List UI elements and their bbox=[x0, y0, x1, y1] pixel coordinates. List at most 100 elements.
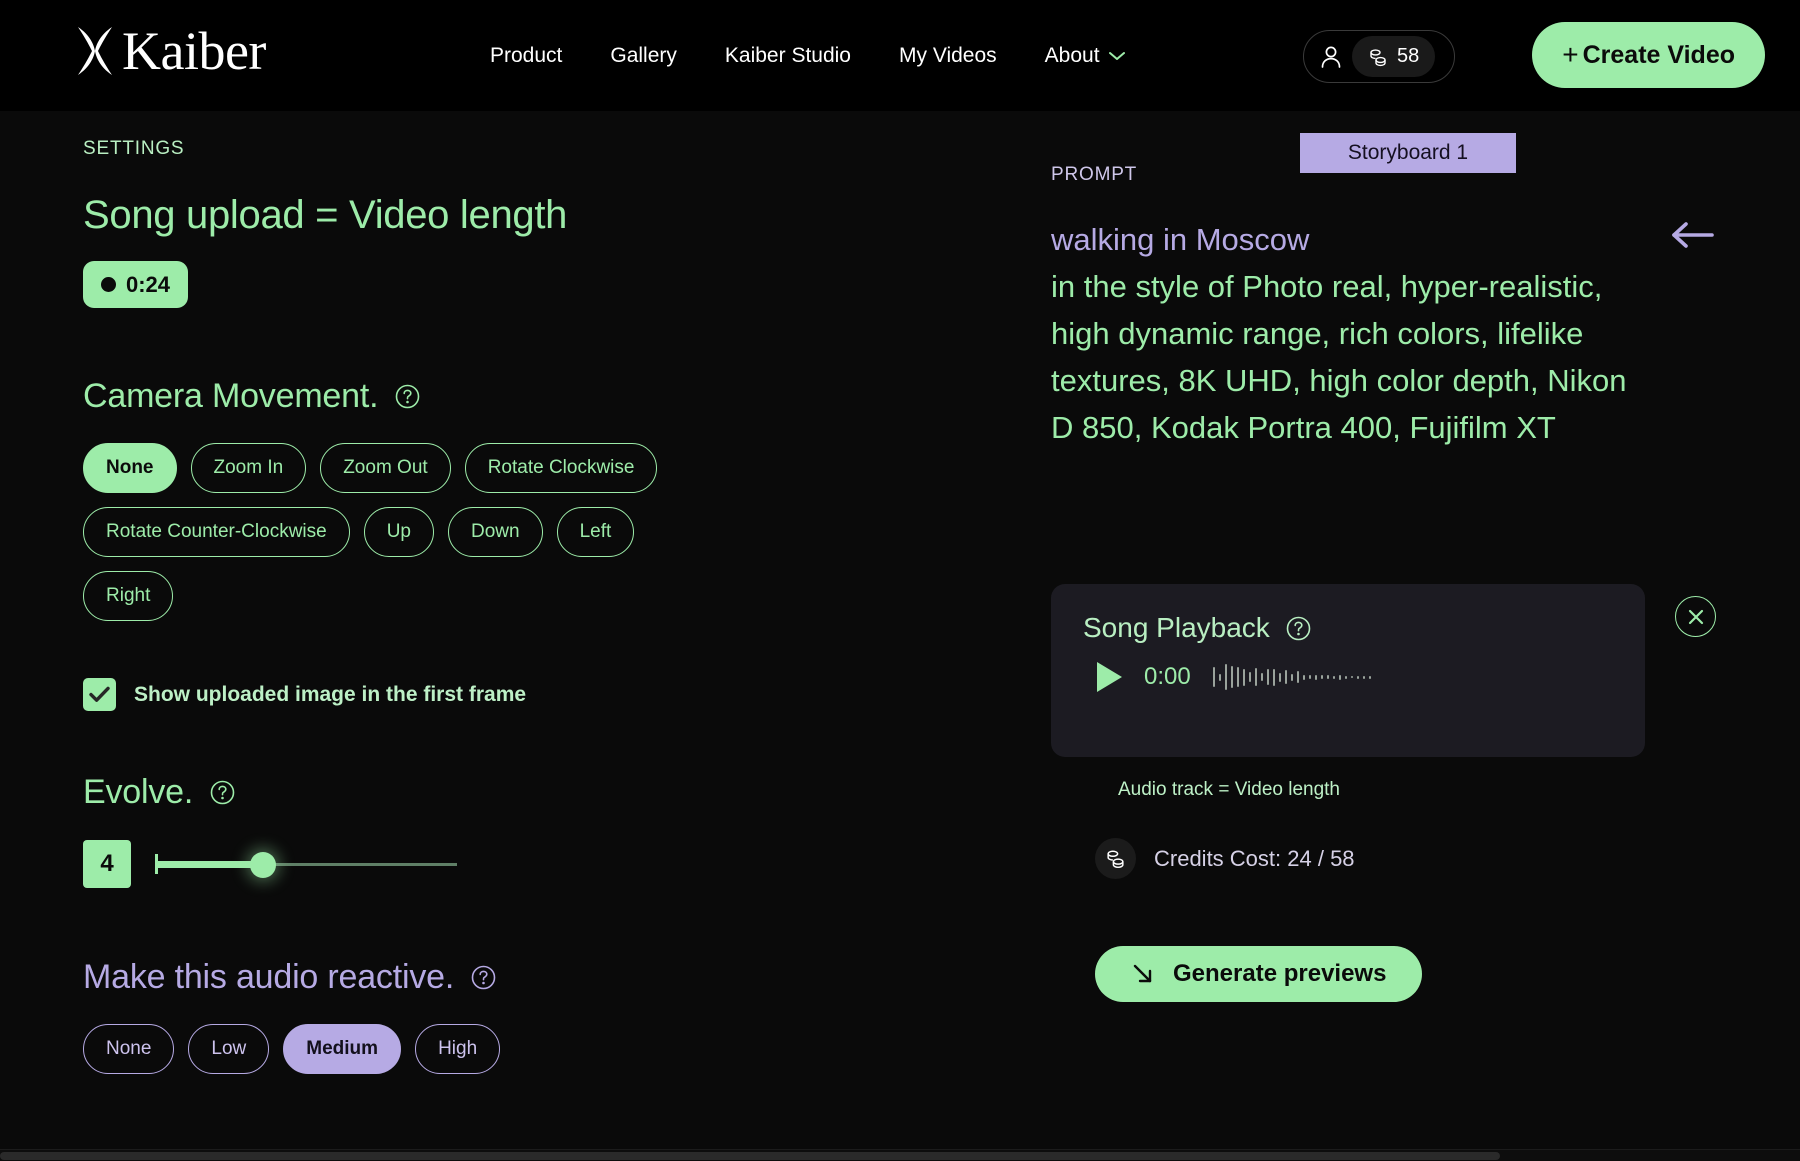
coins-icon bbox=[1368, 47, 1388, 67]
checkmark-icon bbox=[89, 686, 110, 703]
nav-item-gallery-label: Gallery bbox=[610, 44, 677, 68]
prompt-kicker: PROMPT bbox=[1051, 164, 1137, 186]
show-first-frame-row[interactable]: Show uploaded image in the first frame bbox=[83, 678, 1000, 711]
camera-movement-header: Camera Movement. bbox=[83, 377, 1000, 416]
song-duration-value: 0:24 bbox=[126, 272, 170, 298]
create-video-label: Create Video bbox=[1583, 41, 1735, 70]
nav-item-gallery[interactable]: Gallery bbox=[586, 44, 701, 68]
camera-option-zoom-in[interactable]: Zoom In bbox=[191, 443, 307, 493]
audio-reactive-header: Make this audio reactive. bbox=[83, 958, 1000, 997]
question-circle-icon[interactable] bbox=[210, 780, 235, 805]
audio-option-high[interactable]: High bbox=[415, 1024, 500, 1074]
credits-cost-row: Credits Cost: 24 / 58 bbox=[1095, 838, 1355, 879]
camera-option-down[interactable]: Down bbox=[448, 507, 543, 557]
horizontal-scrollbar[interactable] bbox=[0, 1149, 1800, 1161]
camera-option-left[interactable]: Left bbox=[557, 507, 635, 557]
evolve-slider-row: 4 bbox=[83, 840, 1000, 888]
waveform-bar bbox=[1357, 676, 1359, 679]
camera-option-rotate-clockwise-label: Rotate Clockwise bbox=[488, 457, 635, 479]
waveform-bar bbox=[1303, 675, 1305, 680]
camera-option-rotate-counter-clockwise[interactable]: Rotate Counter-Clockwise bbox=[83, 507, 350, 557]
waveform-bar bbox=[1363, 676, 1365, 679]
audio-option-none[interactable]: None bbox=[83, 1024, 174, 1074]
evolve-title: Evolve. bbox=[83, 773, 193, 812]
question-circle-icon[interactable] bbox=[395, 384, 420, 409]
settings-panel: SETTINGS Song upload = Video length 0:24… bbox=[0, 111, 1000, 1161]
evolve-header: Evolve. bbox=[83, 773, 1000, 812]
account-credits-pill[interactable]: 58 bbox=[1303, 30, 1455, 83]
camera-option-none[interactable]: None bbox=[83, 443, 177, 493]
waveform-bar bbox=[1339, 675, 1341, 680]
song-playback-card: Song Playback 0:00 bbox=[1051, 584, 1645, 757]
kaiber-logo[interactable]: Kaiber bbox=[74, 24, 266, 78]
create-video-button[interactable]: + Create Video bbox=[1532, 22, 1765, 88]
question-circle-icon[interactable] bbox=[1286, 616, 1311, 641]
arrow-left-icon[interactable] bbox=[1670, 219, 1714, 251]
camera-option-down-label: Down bbox=[471, 521, 520, 543]
prompt-style: in the style of Photo real, hyper-realis… bbox=[1051, 269, 1627, 445]
waveform-bar bbox=[1261, 673, 1263, 681]
show-first-frame-checkbox[interactable] bbox=[83, 678, 116, 711]
camera-option-zoom-out[interactable]: Zoom Out bbox=[320, 443, 450, 493]
waveform-bar bbox=[1285, 670, 1287, 684]
camera-option-left-label: Left bbox=[580, 521, 612, 543]
waveform-bar bbox=[1297, 671, 1299, 683]
waveform-bar bbox=[1309, 675, 1311, 679]
camera-option-up[interactable]: Up bbox=[364, 507, 434, 557]
waveform-bar bbox=[1369, 676, 1371, 679]
nav-item-my-videos-label: My Videos bbox=[899, 44, 997, 68]
song-duration-chip[interactable]: 0:24 bbox=[83, 261, 188, 308]
audio-reactive-options: None Low Medium High bbox=[83, 1024, 723, 1074]
waveform-bar bbox=[1237, 667, 1239, 687]
close-icon bbox=[1686, 607, 1706, 627]
audio-option-medium[interactable]: Medium bbox=[283, 1024, 401, 1074]
prompt-subject: walking in Moscow bbox=[1051, 222, 1309, 257]
user-icon bbox=[1320, 45, 1342, 69]
playback-time: 0:00 bbox=[1144, 663, 1191, 691]
waveform-bar bbox=[1321, 675, 1323, 679]
evolve-slider-fill bbox=[155, 861, 262, 868]
play-icon[interactable] bbox=[1097, 662, 1122, 692]
waveform-bar bbox=[1255, 668, 1257, 686]
waveform-bar bbox=[1219, 674, 1221, 681]
kaiber-mark-icon bbox=[74, 25, 118, 77]
nav-item-about[interactable]: About bbox=[1021, 44, 1149, 68]
prompt-text[interactable]: walking in Moscow in the style of Photo … bbox=[1051, 216, 1631, 451]
storyboard-tab-1[interactable]: Storyboard 1 bbox=[1300, 133, 1516, 173]
question-circle-icon[interactable] bbox=[471, 965, 496, 990]
nav-item-product[interactable]: Product bbox=[466, 44, 586, 68]
waveform-bar bbox=[1345, 676, 1347, 679]
camera-option-right[interactable]: Right bbox=[83, 571, 173, 621]
audio-reactive-title: Make this audio reactive. bbox=[83, 958, 454, 997]
credits-count: 58 bbox=[1397, 45, 1419, 68]
main-nav: Product Gallery Kaiber Studio My Videos … bbox=[466, 0, 1149, 111]
waveform-bar bbox=[1273, 669, 1275, 686]
camera-option-rotate-counter-clockwise-label: Rotate Counter-Clockwise bbox=[106, 521, 327, 543]
nav-item-my-videos[interactable]: My Videos bbox=[875, 44, 1021, 68]
settings-kicker: SETTINGS bbox=[83, 138, 1000, 160]
song-playback-controls: 0:00 bbox=[1083, 662, 1613, 692]
nav-item-about-label: About bbox=[1045, 44, 1100, 68]
camera-option-rotate-clockwise[interactable]: Rotate Clockwise bbox=[465, 443, 658, 493]
close-audio-button[interactable] bbox=[1675, 596, 1716, 637]
credits-chip[interactable]: 58 bbox=[1352, 36, 1435, 77]
evolve-slider[interactable] bbox=[155, 844, 457, 884]
generate-previews-button[interactable]: Generate previews bbox=[1095, 946, 1422, 1002]
credits-cost-badge bbox=[1095, 838, 1136, 879]
audio-option-none-label: None bbox=[106, 1038, 151, 1060]
nav-item-product-label: Product bbox=[490, 44, 562, 68]
song-playback-title: Song Playback bbox=[1083, 612, 1270, 644]
prompt-panel: Storyboard 1 PROMPT walking in Moscow in… bbox=[1040, 111, 1800, 1161]
generate-previews-label: Generate previews bbox=[1173, 960, 1386, 988]
chevron-down-icon bbox=[1109, 51, 1125, 61]
nav-item-kaiber-studio-label: Kaiber Studio bbox=[725, 44, 851, 68]
waveform-bar bbox=[1225, 664, 1227, 690]
waveform-bar bbox=[1291, 674, 1293, 681]
horizontal-scrollbar-thumb[interactable] bbox=[0, 1152, 1500, 1160]
audio-option-low[interactable]: Low bbox=[188, 1024, 269, 1074]
audio-waveform[interactable] bbox=[1213, 662, 1371, 692]
top-navigation-bar: Kaiber Product Gallery Kaiber Studio My … bbox=[0, 0, 1800, 111]
evolve-slider-thumb[interactable] bbox=[250, 852, 276, 878]
nav-item-kaiber-studio[interactable]: Kaiber Studio bbox=[701, 44, 875, 68]
credits-cost-label: Credits Cost: 24 / 58 bbox=[1154, 846, 1355, 872]
